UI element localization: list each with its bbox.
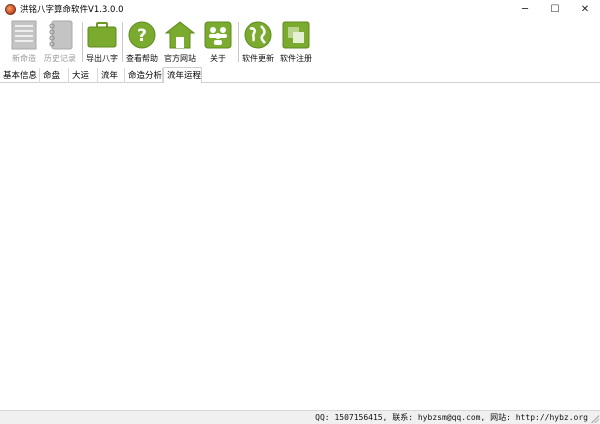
toolbar-separator <box>238 22 239 62</box>
toolbar: 新命造 历史记录 导出八字 ? 查看帮助 官方网站 关于 软件更新 软件注册 <box>0 18 600 67</box>
register-icon <box>281 20 311 50</box>
window-controls: ─ ☐ ✕ <box>510 0 600 18</box>
software-update-button[interactable]: 软件更新 <box>242 20 274 66</box>
contact-info: QQ: 1507156415, 联系: hybzsm@qq.com, 网站: h… <box>315 413 588 422</box>
globe-icon <box>243 20 273 50</box>
export-bazi-label: 导出八字 <box>86 54 118 63</box>
about-button[interactable]: 关于 <box>203 20 233 66</box>
official-site-button[interactable]: 官方网站 <box>164 20 196 66</box>
app-logo-icon <box>5 3 16 15</box>
toolbar-separator <box>122 22 123 62</box>
help-button[interactable]: ? 查看帮助 <box>126 20 158 66</box>
people-icon <box>203 20 233 50</box>
home-icon <box>165 20 195 50</box>
minimize-button[interactable]: ─ <box>510 0 540 18</box>
maximize-button[interactable]: ☐ <box>540 0 570 18</box>
official-site-label: 官方网站 <box>164 54 196 63</box>
help-label: 查看帮助 <box>126 54 158 63</box>
history-label: 历史记录 <box>44 54 76 63</box>
notebook-icon <box>45 20 75 50</box>
history-button[interactable]: 历史记录 <box>44 20 76 66</box>
tab-strip: 基本信息 命盘 大运 流年 命造分析 流年运程 <box>0 67 600 84</box>
tab-content-area <box>0 83 600 410</box>
software-register-label: 软件注册 <box>280 54 312 63</box>
status-bar: QQ: 1507156415, 联系: hybzsm@qq.com, 网站: h… <box>0 410 600 424</box>
close-button[interactable]: ✕ <box>570 0 600 18</box>
about-label: 关于 <box>210 54 226 63</box>
tab-annual[interactable]: 流年 <box>98 68 125 83</box>
tab-basic-info[interactable]: 基本信息 <box>0 68 40 83</box>
notepad-icon <box>9 20 39 50</box>
svg-text:?: ? <box>137 26 147 46</box>
toolbar-separator <box>82 22 83 62</box>
tab-annual-fortune[interactable]: 流年运程 <box>163 67 202 84</box>
resize-grip-icon[interactable] <box>591 415 599 423</box>
new-chart-button[interactable]: 新命造 <box>9 20 39 66</box>
tab-major-cycle[interactable]: 大运 <box>69 68 98 83</box>
export-bazi-button[interactable]: 导出八字 <box>86 20 118 66</box>
help-icon: ? <box>127 20 157 50</box>
tab-analysis[interactable]: 命造分析 <box>125 68 163 83</box>
window-title: 洪铭八字算命软件V1.3.0.0 <box>20 5 124 15</box>
tab-chart[interactable]: 命盘 <box>40 68 69 83</box>
new-chart-label: 新命造 <box>12 54 36 63</box>
software-update-label: 软件更新 <box>242 54 274 63</box>
software-register-button[interactable]: 软件注册 <box>280 20 312 66</box>
briefcase-icon <box>87 20 117 50</box>
title-bar: 洪铭八字算命软件V1.3.0.0 ─ ☐ ✕ <box>0 0 600 18</box>
